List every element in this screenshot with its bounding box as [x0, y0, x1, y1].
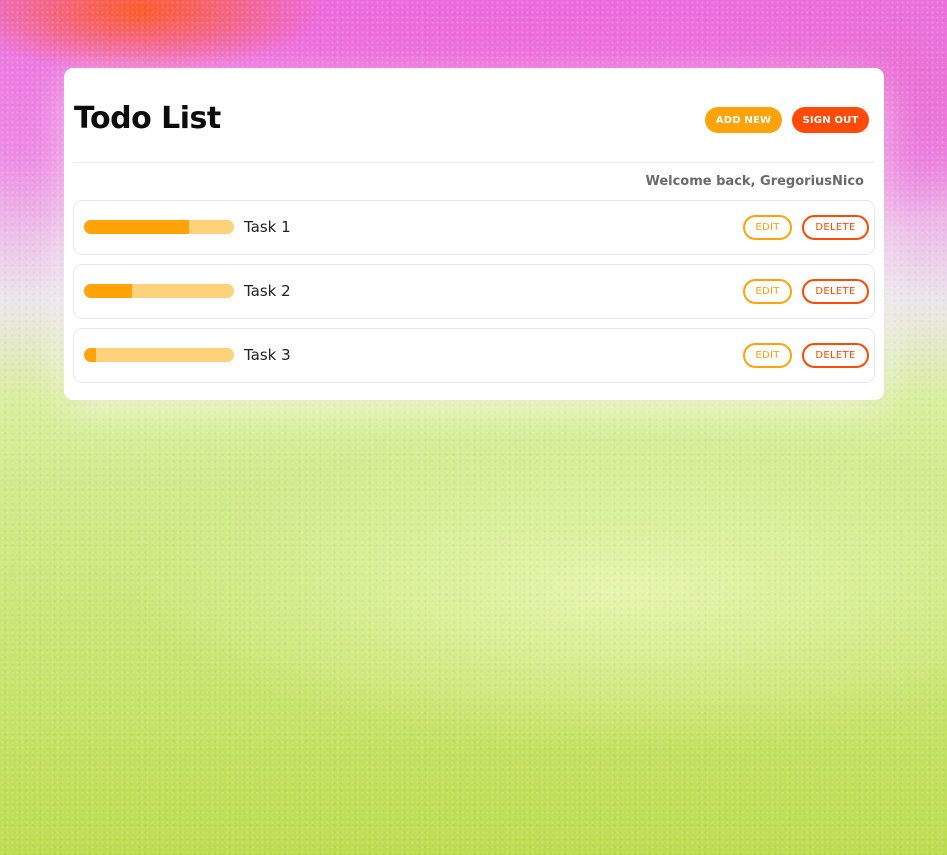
task-row: Task 1 EDIT DELETE — [73, 200, 875, 255]
sign-out-button[interactable]: SIGN OUT — [792, 107, 869, 133]
task-name: Task 3 — [244, 346, 291, 364]
edit-task-button[interactable]: EDIT — [743, 279, 792, 304]
task-list: Task 1 EDIT DELETE Task 2 EDIT DELETE Ta… — [73, 200, 875, 392]
task-progress-fill — [84, 348, 96, 362]
delete-task-button[interactable]: DELETE — [802, 215, 869, 240]
edit-task-button[interactable]: EDIT — [743, 215, 792, 240]
card-header: Todo List ADD NEW SIGN OUT — [74, 68, 874, 163]
delete-task-button[interactable]: DELETE — [802, 343, 869, 368]
todo-card: Todo List ADD NEW SIGN OUT Welcome back,… — [64, 68, 884, 400]
add-new-button[interactable]: ADD NEW — [705, 107, 782, 133]
task-progress-fill — [84, 220, 189, 234]
task-name: Task 1 — [244, 218, 291, 236]
task-name: Task 2 — [244, 282, 291, 300]
task-row: Task 3 EDIT DELETE — [73, 328, 875, 383]
welcome-message: Welcome back, GregoriusNico — [645, 174, 864, 189]
edit-task-button[interactable]: EDIT — [743, 343, 792, 368]
task-row: Task 2 EDIT DELETE — [73, 264, 875, 319]
page-title: Todo List — [74, 101, 221, 136]
delete-task-button[interactable]: DELETE — [802, 279, 869, 304]
task-progress-bar — [84, 284, 234, 298]
task-progress-fill — [84, 284, 132, 298]
task-progress-bar — [84, 220, 234, 234]
task-progress-bar — [84, 348, 234, 362]
